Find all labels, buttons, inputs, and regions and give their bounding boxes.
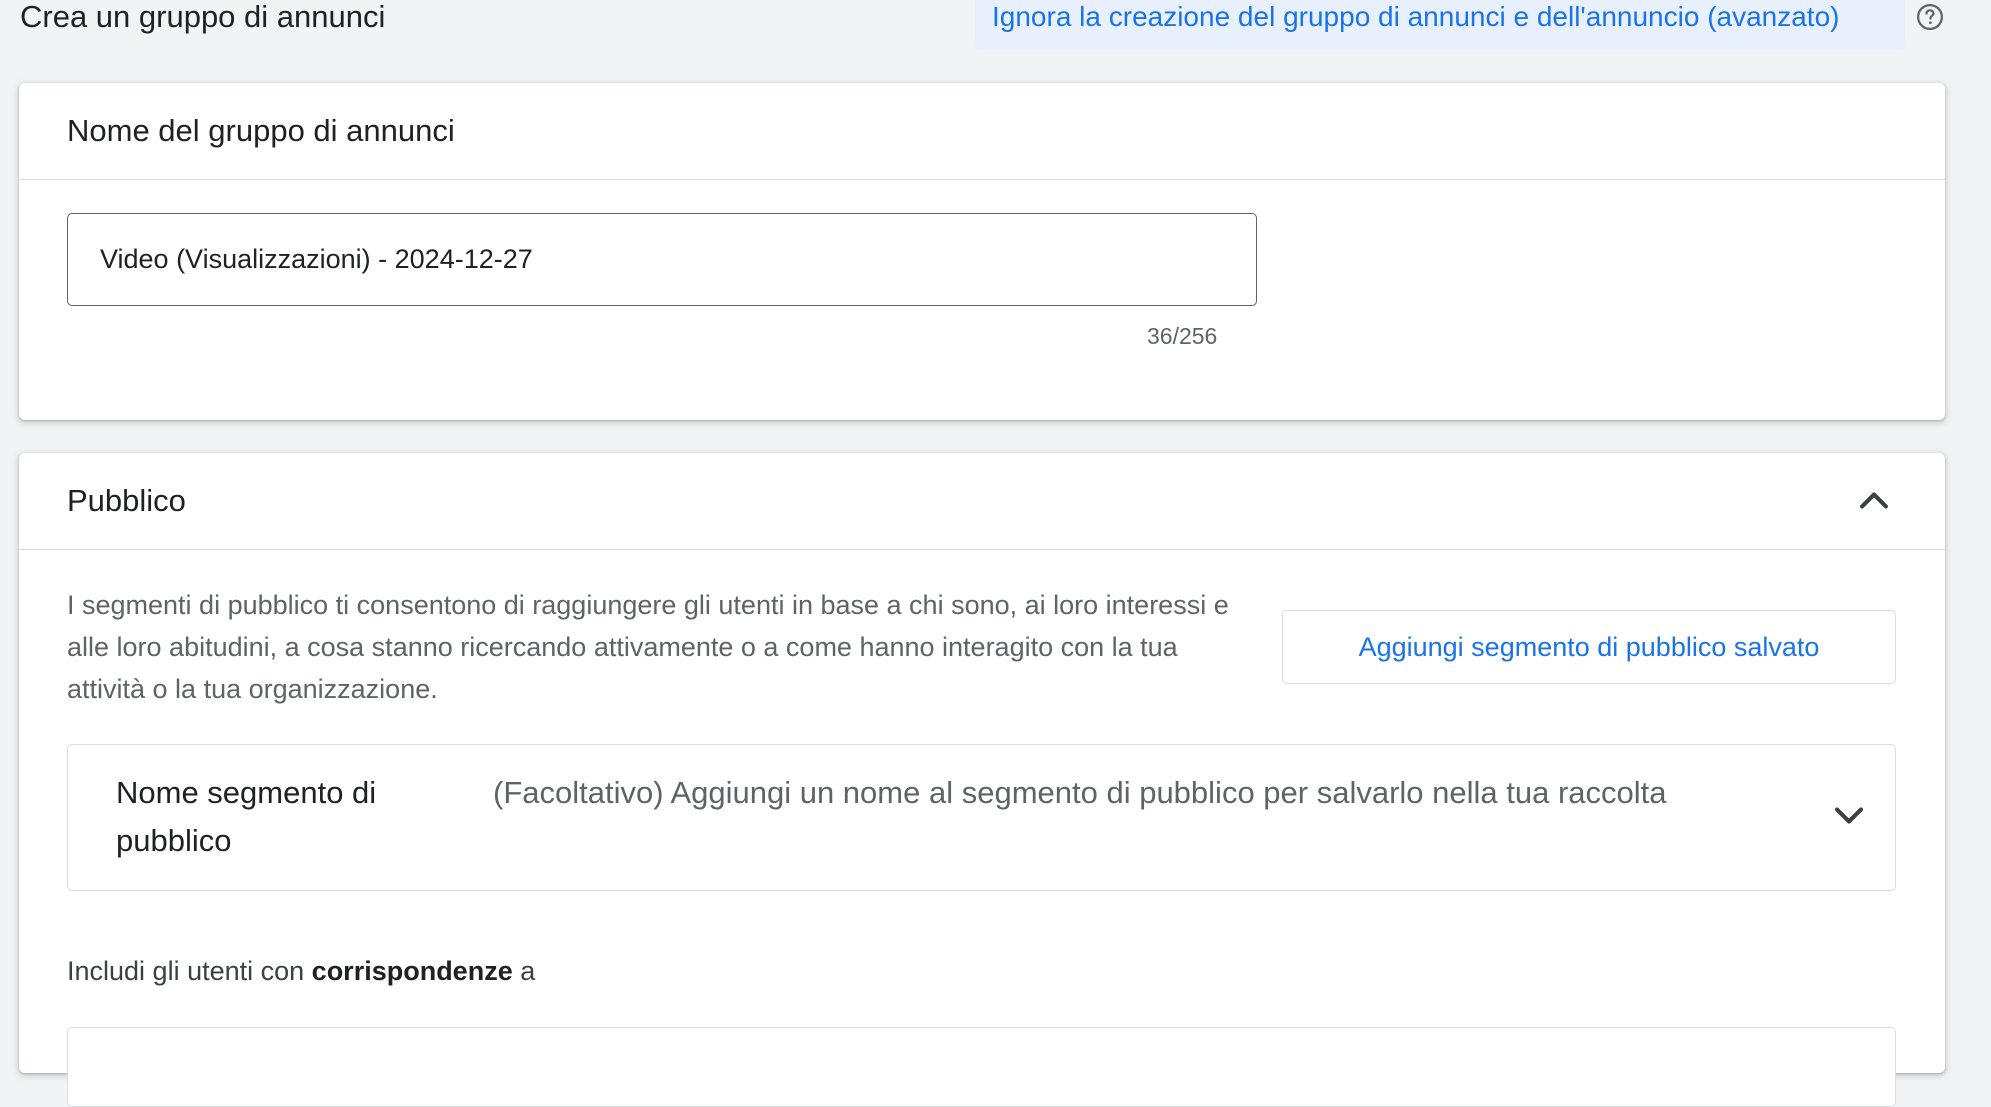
character-counter: 36/256 — [1147, 323, 1218, 349]
include-suffix: a — [520, 956, 536, 986]
segment-name-label: Nome segmento di pubblico — [116, 775, 377, 858]
help-circle-icon[interactable] — [1915, 2, 1945, 32]
ad-group-name-title: Nome del gruppo di annunci — [67, 113, 455, 148]
ad-group-name-header: Nome del gruppo di annunci — [19, 83, 1945, 180]
include-users-text: Includi gli utenti con corrispondenze a — [67, 953, 535, 989]
skip-link-container: Ignora la creazione del gruppo di annunc… — [975, 0, 1905, 50]
page-title: Crea un gruppo di annunci — [20, 0, 386, 34]
audience-criteria-box[interactable] — [67, 1027, 1896, 1107]
include-prefix: Includi gli utenti con — [67, 956, 305, 986]
ad-group-name-input[interactable] — [67, 213, 1257, 306]
chevron-up-icon[interactable] — [1848, 475, 1900, 527]
include-bold: corrispondenze — [311, 956, 513, 986]
add-saved-segment-button[interactable]: Aggiungi segmento di pubblico salvato — [1282, 610, 1896, 684]
audience-header[interactable]: Pubblico — [19, 453, 1945, 550]
audience-title: Pubblico — [67, 483, 186, 518]
segment-name-panel[interactable]: Nome segmento di pubblico (Facoltativo) … — [67, 744, 1896, 891]
chevron-down-icon[interactable] — [1823, 789, 1875, 841]
audience-description: I segmenti di pubblico ti consentono di … — [67, 590, 1229, 704]
skip-ad-group-link[interactable]: Ignora la creazione del gruppo di annunc… — [992, 0, 1839, 34]
audience-card: Pubblico I segmenti di pubblico ti conse… — [19, 453, 1945, 1107]
segment-name-hint: (Facoltativo) Aggiungi un nome al segmen… — [493, 775, 1667, 810]
ad-group-name-card: Nome del gruppo di annunci 36/256 — [19, 83, 1945, 420]
